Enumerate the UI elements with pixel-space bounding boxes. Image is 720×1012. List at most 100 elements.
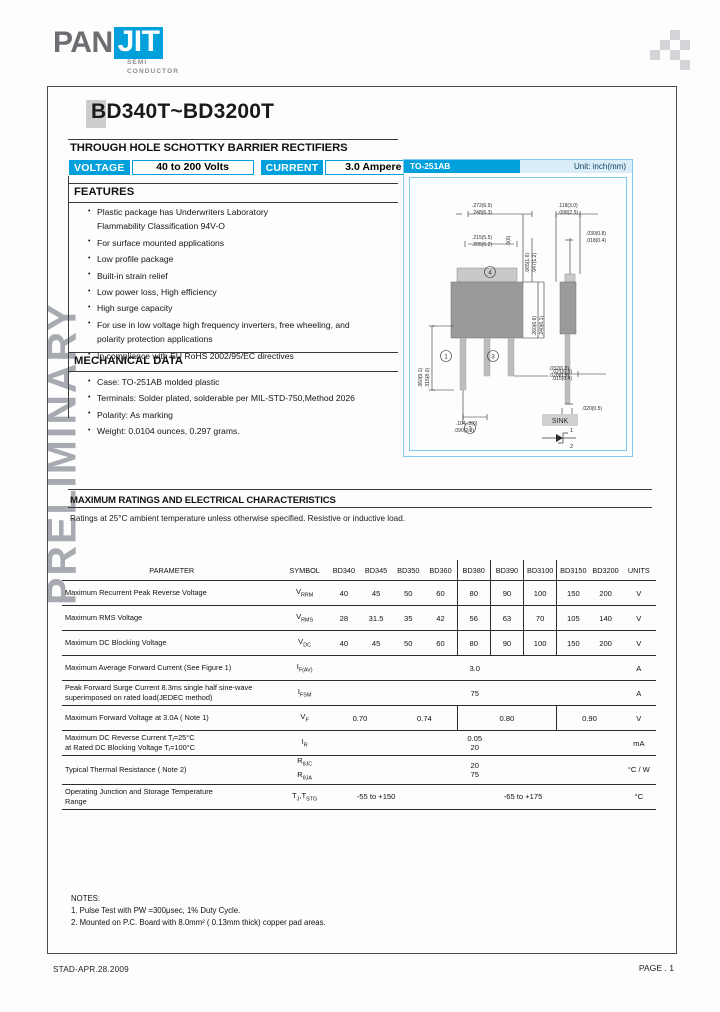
row-value: 150	[556, 580, 590, 606]
row-parameter: Maximum DC Blocking Voltage	[62, 630, 282, 656]
row-units: °C	[621, 784, 656, 810]
notes-heading: NOTES:	[71, 894, 101, 903]
row-value: 40	[327, 580, 360, 606]
row-symbol: VRRM	[281, 580, 328, 606]
note-item: 1. Pulse Test with PW =300μsec, 1% Duty …	[71, 906, 241, 916]
svg-text:.098(2.5): .098(2.5)	[558, 210, 578, 216]
row-value-group: 0.90	[556, 705, 622, 731]
row-value: 28	[327, 605, 360, 631]
row-value: 70	[523, 605, 557, 631]
row-symbol: IR	[281, 730, 328, 756]
features-heading: FEATURES	[74, 186, 135, 198]
row-parameter: Maximum Average Forward Current (See Fig…	[62, 655, 282, 681]
svg-text:.272(6.9): .272(6.9)	[472, 203, 492, 209]
features-top-rule	[68, 183, 398, 184]
row-value: 90	[489, 630, 524, 656]
row-value: 50	[392, 580, 425, 606]
row-value: 56	[456, 605, 491, 631]
package-drawing-panel: TO-251AB Unit: inch(mm) 1 3 2 4 .272(6.9…	[403, 159, 633, 457]
feature-item: Low profile package	[86, 252, 391, 267]
row-symbol: IF(AV)	[281, 655, 328, 681]
feature-item: Low power loss, High efficiency	[86, 285, 391, 300]
feature-item-continuation: Flammability Classification 94V-O	[97, 221, 225, 232]
voltage-label: VOLTAGE	[69, 160, 130, 175]
svg-text:.260(6.6): .260(6.6)	[532, 316, 538, 336]
package-drawing-body: 1 3 2 4 .272(6.9) .248(6.3) .215(5.5) .2…	[409, 177, 627, 451]
col-header-bd340: BD340	[327, 560, 360, 581]
symbol-sub: R	[303, 742, 308, 749]
row-units: mA	[621, 730, 656, 756]
mechanical-list: Case: TO-251AB molded plastic Terminals:…	[86, 374, 396, 441]
svg-text:.030(0.8): .030(0.8)	[586, 231, 606, 237]
row-units: °C / W	[621, 755, 656, 785]
row-value-line1: 20	[470, 760, 479, 770]
col-header-bd350: BD350	[392, 560, 425, 581]
voltage-current-bar: VOLTAGE 40 to 200 Volts CURRENT 3.0 Ampe…	[69, 160, 422, 175]
col-header-bd3150: BD3150	[556, 560, 590, 581]
table-row: Peak Forward Surge Current 8.3ms single …	[62, 680, 656, 706]
row-value: 35	[392, 605, 425, 631]
subtitle-divider	[68, 139, 398, 140]
row-parameter: Maximum Recurrent Peak Reverse Voltage	[62, 580, 282, 606]
row-parameter: Maximum DC Reverse Current Tⱼ=25°C at Ra…	[62, 730, 282, 756]
row-parameter: Operating Junction and Storage Temperatu…	[62, 784, 282, 810]
row-value: 90	[489, 580, 524, 606]
row-parameter-line1: Maximum DC Reverse Current Tⱼ=25°C	[65, 733, 195, 743]
svg-text:.240(6.1): .240(6.1)	[539, 316, 545, 336]
col-header-bd390: BD390	[489, 560, 524, 581]
ratings-bottom-rule	[68, 507, 652, 508]
row-value: 45	[359, 630, 393, 656]
title-block: BD340T~BD3200T	[86, 100, 506, 130]
svg-text:.065(1.6): .065(1.6)	[525, 253, 531, 273]
symbol-line2: RθJA	[281, 770, 327, 784]
svg-text:.090(2.3): .090(2.3)	[454, 428, 474, 434]
logo-subtext-conductor: CONDUCTOR	[127, 68, 180, 75]
row-value: 100	[523, 630, 557, 656]
svg-text:1: 1	[570, 428, 573, 434]
row-symbol: IFSM	[281, 680, 328, 706]
voltage-value: 40 to 200 Volts	[131, 160, 254, 175]
symbol-line1: RθJC	[281, 756, 327, 770]
footer-page-number: PAGE . 1	[638, 963, 674, 973]
table-row: Maximum Forward Voltage at 3.0A ( Note 1…	[62, 705, 656, 731]
row-value-group: 0.70	[327, 705, 393, 731]
row-value-left: -55 to +150	[327, 784, 425, 810]
row-value: 200	[589, 630, 622, 656]
row-value: 40	[327, 630, 360, 656]
svg-text:.020(0.5): .020(0.5)	[582, 406, 602, 412]
table-row: Maximum DC Reverse Current Tⱼ=25°C at Ra…	[62, 730, 656, 756]
col-header-bd3100: BD3100	[523, 560, 557, 581]
col-header-symbol: SYMBOL	[281, 560, 328, 581]
row-value: 50	[392, 630, 425, 656]
table-row: Maximum Recurrent Peak Reverse Voltage V…	[62, 580, 656, 606]
feature-item: High surge capacity	[86, 301, 391, 316]
symbol-sub: RRM	[301, 592, 314, 599]
features-bottom-rule	[68, 202, 398, 203]
svg-text:.248(6.3): .248(6.3)	[472, 210, 492, 216]
row-units: V	[621, 580, 656, 606]
svg-text:.104 .2(6): .104 .2(6)	[456, 421, 478, 427]
row-value: 45	[359, 580, 393, 606]
mechanical-item: Case: TO-251AB molded plastic	[86, 374, 396, 389]
features-left-rule	[68, 176, 69, 418]
feature-item: Plastic package has Underwriters Laborat…	[86, 204, 391, 219]
ratings-conditions-note: Ratings at 25°C ambient temperature unle…	[70, 514, 406, 523]
note-item: 2. Mounted on P.C. Board with 8.0mm² ( 0…	[71, 918, 326, 928]
col-header-units: UNITS	[621, 560, 656, 581]
row-symbol: VF	[281, 705, 328, 731]
table-row: Operating Junction and Storage Temperatu…	[62, 784, 656, 810]
svg-text:.215(5.5): .215(5.5)	[472, 235, 492, 241]
ratings-heading: MAXIMUM RATINGS AND ELECTRICAL CHARACTER…	[70, 495, 336, 506]
row-parameter-line1: Operating Junction and Storage Temperatu…	[65, 787, 213, 797]
col-header-parameter: PARAMETER	[62, 560, 282, 581]
feature-item: For surface mounted applications	[86, 235, 391, 250]
svg-text:2: 2	[570, 444, 573, 450]
row-value: 31.5	[359, 605, 393, 631]
datasheet-page: PAN JIT SEMI CONDUCTOR PRELIMINARY BD340…	[0, 0, 720, 1012]
logo-row: PAN JIT	[53, 27, 273, 59]
symbol-sub-2: STG	[306, 796, 318, 803]
svg-text:.360(9.1): .360(9.1)	[418, 368, 424, 388]
feature-item: For use in low voltage high frequency in…	[86, 317, 391, 332]
row-value: 105	[556, 605, 590, 631]
logo-text-jit: JIT	[113, 27, 164, 59]
